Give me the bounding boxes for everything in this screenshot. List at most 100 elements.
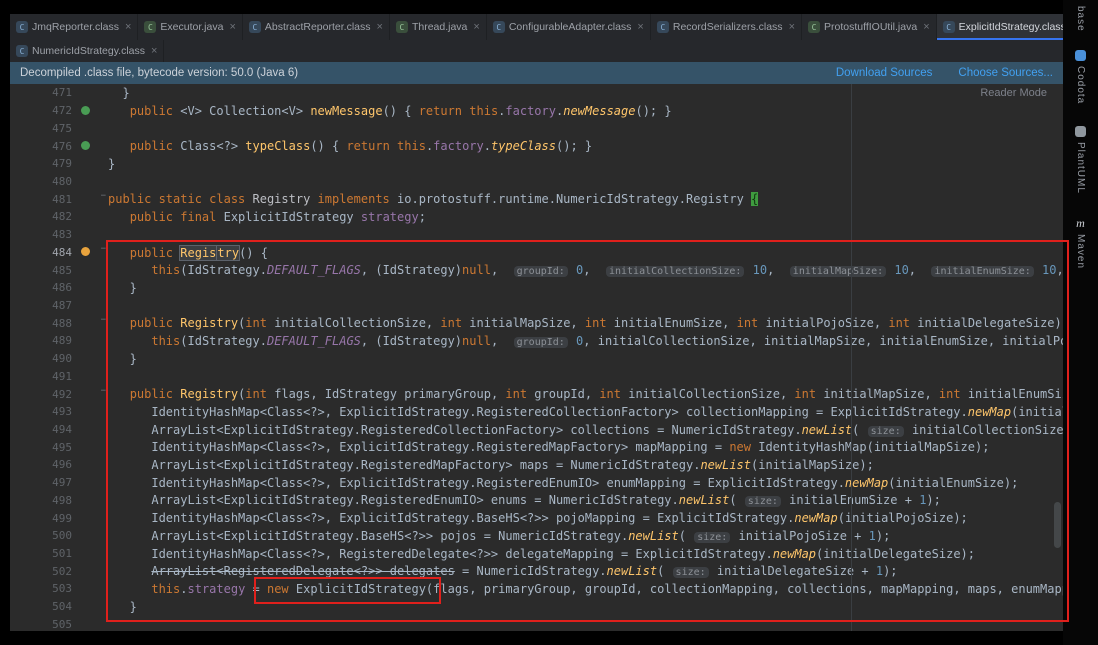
line-number: 488	[10, 317, 78, 330]
gutter	[78, 368, 108, 386]
line-number: 484	[10, 246, 78, 259]
line-number: 486	[10, 281, 78, 294]
code-line: 480	[10, 173, 1063, 191]
tool-stripe-item-base[interactable]: base	[1075, 6, 1086, 32]
gutter	[78, 616, 108, 631]
line-number: 475	[10, 122, 78, 135]
choose-sources-link[interactable]: Choose Sources...	[958, 67, 1053, 79]
gutter	[78, 474, 108, 492]
line-number: 502	[10, 565, 78, 578]
line-number: 476	[10, 140, 78, 153]
code-text: }	[108, 157, 115, 171]
line-number: 495	[10, 441, 78, 454]
tool-stripe-label: Maven	[1075, 234, 1086, 269]
tab-protostuffioutil-java[interactable]: C ProtostuffIOUtil.java ×	[802, 14, 937, 40]
gutter-marker-icon[interactable]	[81, 247, 90, 256]
gutter	[78, 527, 108, 545]
banner-message: Decompiled .class file, bytecode version…	[20, 67, 298, 79]
reader-mode-label[interactable]: Reader Mode	[980, 87, 1047, 99]
code-line: 481 −public static class Registry impleme…	[10, 190, 1063, 208]
gutter	[78, 279, 108, 297]
class-file-icon: C	[249, 21, 261, 33]
gutter	[78, 261, 108, 279]
tab-abstractreporter-class[interactable]: C AbstractReporter.class ×	[243, 14, 390, 40]
tab-label: NumericIdStrategy.class	[32, 45, 145, 57]
class-file-icon: C	[16, 21, 28, 33]
class-file-icon: C	[493, 21, 505, 33]
gutter	[78, 403, 108, 421]
line-number: 500	[10, 529, 78, 542]
gutter	[78, 102, 108, 120]
line-number: 485	[10, 264, 78, 277]
class-file-icon: C	[657, 21, 669, 33]
line-number: 491	[10, 370, 78, 383]
download-sources-link[interactable]: Download Sources	[836, 67, 933, 79]
tool-stripe-item-maven[interactable]: m Maven	[1075, 218, 1086, 269]
code-line: 475	[10, 119, 1063, 137]
fold-marker-icon[interactable]: −	[101, 191, 106, 201]
code-text: public <V> Collection<V> newMessage() { …	[108, 104, 672, 118]
tab-close-icon[interactable]: ×	[473, 21, 479, 33]
gutter	[78, 173, 108, 191]
line-number: 499	[10, 512, 78, 525]
line-number: 483	[10, 228, 78, 241]
gutter	[78, 562, 108, 580]
tab-explicitidstrategy-class[interactable]: CExplicitIdStrategy.class×	[937, 14, 1063, 40]
gutter	[78, 119, 108, 137]
line-number: 504	[10, 600, 78, 613]
java-file-icon: C	[808, 21, 820, 33]
tab-label: ProtostuffIOUtil.java	[824, 21, 917, 33]
tab-close-icon[interactable]: ×	[377, 21, 383, 33]
code-text: public final ExplicitIdStrategy strategy…	[108, 210, 426, 224]
code-line: 482 public final ExplicitIdStrategy stra…	[10, 208, 1063, 226]
tool-stripe-item-plantuml[interactable]: PlantUML	[1075, 126, 1086, 194]
tab-close-icon[interactable]: ×	[125, 21, 131, 33]
tab-label: Thread.java	[412, 21, 467, 33]
gutter	[78, 421, 108, 439]
gutter	[78, 155, 108, 173]
line-number: 493	[10, 405, 78, 418]
tool-stripe-item-codota[interactable]: Codota	[1075, 50, 1086, 104]
annotation-box-main	[106, 240, 1069, 622]
gutter	[78, 438, 108, 456]
gutter: −	[78, 190, 108, 208]
tab-executor-java[interactable]: CExecutor.java×	[138, 14, 242, 40]
tab-label: JmqReporter.class	[32, 21, 119, 33]
tab-label: RecordSerializers.class	[673, 21, 783, 33]
implementing-method-icon[interactable]	[81, 141, 90, 150]
tab-close-icon[interactable]: ×	[923, 21, 929, 33]
codota-icon	[1075, 50, 1086, 61]
annotation-box-constructor-call	[254, 577, 441, 604]
tab-thread-java[interactable]: CThread.java×	[390, 14, 487, 40]
tab-numericidstrategy-class[interactable]: C NumericIdStrategy.class ×	[10, 40, 164, 62]
code-text: public static class Registry implements …	[108, 192, 758, 206]
gutter	[78, 137, 108, 155]
line-number: 498	[10, 494, 78, 507]
implementing-method-icon[interactable]	[81, 106, 90, 115]
tab-label: ExplicitIdStrategy.class	[959, 21, 1063, 33]
line-number: 490	[10, 352, 78, 365]
gutter	[78, 580, 108, 598]
tab-close-icon[interactable]: ×	[151, 45, 157, 57]
line-number: 482	[10, 210, 78, 223]
tab-label: AbstractReporter.class	[265, 21, 371, 33]
tab-recordserializers-class[interactable]: C RecordSerializers.class ×	[651, 14, 802, 40]
editor-tab-bar-row-2: C NumericIdStrategy.class ×	[10, 40, 1063, 63]
tab-label: ConfigurableAdapter.class	[509, 21, 632, 33]
gutter	[78, 208, 108, 226]
maven-icon: m	[1076, 218, 1085, 229]
tab-configurableadapter-class[interactable]: C ConfigurableAdapter.class ×	[487, 14, 651, 40]
code-line: 471 }	[10, 84, 1063, 102]
tab-label: Executor.java	[160, 21, 223, 33]
gutter	[78, 226, 108, 244]
code-line: 472 public <V> Collection<V> newMessage(…	[10, 102, 1063, 120]
tab-close-icon[interactable]: ×	[637, 21, 643, 33]
tab-jmqreporter-class[interactable]: C JmqReporter.class ×	[10, 14, 138, 40]
line-number: 487	[10, 299, 78, 312]
tab-close-icon[interactable]: ×	[789, 21, 795, 33]
tab-close-icon[interactable]: ×	[229, 21, 235, 33]
line-number: 481	[10, 193, 78, 206]
line-number: 501	[10, 547, 78, 560]
class-file-icon: C	[16, 45, 28, 57]
gutter	[78, 297, 108, 315]
